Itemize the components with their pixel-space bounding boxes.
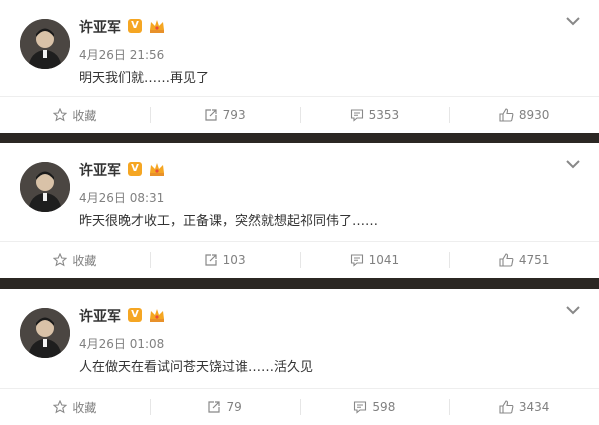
username[interactable]: 许亚军: [79, 17, 121, 37]
username[interactable]: 许亚军: [79, 160, 121, 180]
like-count: 4751: [518, 253, 550, 267]
like-count: 8930: [518, 108, 550, 122]
post-text: 昨天很晚才收工，正备课，突然就想起祁同伟了……: [79, 214, 379, 229]
repost-button[interactable]: 103: [149, 242, 300, 278]
verified-v-icon: V: [128, 162, 142, 176]
comment-icon: [354, 401, 367, 414]
favorite-label: 收藏: [72, 253, 97, 268]
repost-button[interactable]: 79: [149, 389, 300, 425]
comment-count: 598: [372, 400, 396, 414]
like-button[interactable]: 8930: [449, 97, 599, 133]
post-time[interactable]: 4月26日 21:56: [79, 46, 164, 63]
comment-button[interactable]: 1041: [299, 242, 450, 278]
weibo-post-card: 许亚军 V 4月26日 01:08 人在做天在看试问苍天饶过谁……活久见 收藏 …: [0, 289, 599, 425]
crown-icon: [150, 20, 164, 33]
chevron-down-icon[interactable]: [565, 304, 581, 316]
post-text: 人在做天在看试问苍天饶过谁……活久见: [79, 360, 314, 375]
comment-button[interactable]: 598: [299, 389, 450, 425]
comment-count: 1041: [368, 253, 400, 267]
avatar[interactable]: [20, 308, 70, 358]
like-count: 3434: [518, 400, 550, 414]
avatar[interactable]: [20, 19, 70, 69]
crown-icon: [150, 163, 164, 176]
like-button[interactable]: 3434: [449, 389, 599, 425]
verified-v-icon: V: [128, 19, 142, 33]
repost-icon: [205, 254, 217, 266]
favorite-button[interactable]: 收藏: [0, 389, 150, 425]
verified-v-icon: V: [128, 308, 142, 322]
post-time[interactable]: 4月26日 08:31: [79, 189, 164, 206]
comment-count: 5353: [368, 108, 400, 122]
repost-icon: [205, 109, 217, 121]
comment-icon: [350, 254, 363, 267]
thumbs-up-icon: [499, 108, 514, 122]
thumbs-up-icon: [499, 400, 514, 414]
action-bar: 收藏 79 598 3434: [0, 388, 599, 425]
repost-count: 103: [222, 253, 246, 267]
chevron-down-icon[interactable]: [565, 15, 581, 27]
favorite-button[interactable]: 收藏: [0, 242, 150, 278]
weibo-post-card: 许亚军 V 4月26日 08:31 昨天很晚才收工，正备课，突然就想起祁同伟了……: [0, 143, 599, 278]
star-icon: [53, 400, 68, 414]
post-time[interactable]: 4月26日 01:08: [79, 335, 164, 352]
comment-button[interactable]: 5353: [299, 97, 450, 133]
crown-icon: [150, 309, 164, 322]
thumbs-up-icon: [499, 253, 514, 267]
repost-button[interactable]: 793: [149, 97, 300, 133]
comment-icon: [350, 109, 363, 122]
star-icon: [53, 253, 68, 267]
repost-count: 793: [222, 108, 246, 122]
like-button[interactable]: 4751: [449, 242, 599, 278]
favorite-label: 收藏: [72, 108, 97, 123]
repost-count: 79: [226, 400, 242, 414]
chevron-down-icon[interactable]: [565, 158, 581, 170]
star-icon: [53, 108, 68, 122]
post-text: 明天我们就……再见了: [79, 71, 210, 86]
repost-icon: [208, 401, 221, 413]
favorite-button[interactable]: 收藏: [0, 97, 150, 133]
weibo-post-card: 许亚军 V 4月26日 21:56 明天我们就……再见了 收藏 793 5353…: [0, 0, 599, 133]
favorite-label: 收藏: [72, 400, 97, 415]
username[interactable]: 许亚军: [79, 306, 121, 326]
avatar[interactable]: [20, 162, 70, 212]
action-bar: 收藏 793 5353 8930: [0, 96, 599, 133]
action-bar: 收藏 103 1041 4751: [0, 241, 599, 278]
